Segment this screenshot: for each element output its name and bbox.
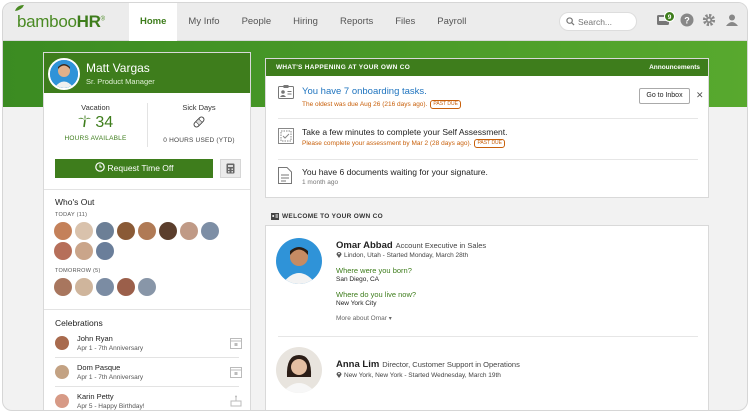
calendar-icon [230, 338, 242, 349]
main-nav: Home My Info People Hiring Reports Files… [129, 3, 477, 41]
user-menu-icon[interactable] [725, 13, 739, 27]
avatar[interactable] [117, 222, 135, 240]
avatar[interactable] [54, 278, 72, 296]
avatar[interactable] [54, 242, 72, 260]
nav-payroll[interactable]: Payroll [426, 3, 477, 41]
avatar[interactable] [75, 278, 93, 296]
person-photo-icon [276, 238, 322, 284]
calculator-button[interactable] [220, 159, 241, 178]
avatar[interactable] [138, 222, 156, 240]
cake-icon [230, 395, 242, 407]
new-hire-name[interactable]: Omar Abbad Account Executive in Sales [336, 240, 486, 251]
search-icon [566, 17, 575, 26]
id-card-icon [278, 85, 294, 99]
calculator-icon [226, 163, 235, 174]
gear-icon[interactable] [702, 13, 716, 27]
profile-header: Matt Vargas Sr. Product Manager [44, 53, 250, 93]
vacation-summary[interactable]: Vacation 34 HOURS AVAILABLE [44, 103, 147, 142]
person-photo-icon [276, 347, 322, 393]
avatar[interactable] [180, 222, 198, 240]
help-icon[interactable]: ? [680, 13, 694, 27]
search-box[interactable] [559, 12, 637, 31]
vacation-hours: 34 [95, 114, 114, 131]
avatar[interactable] [138, 278, 156, 296]
avatar[interactable] [75, 242, 93, 260]
avatar[interactable] [96, 242, 114, 260]
location-pin-icon [336, 372, 342, 378]
self-assessment-item[interactable]: Take a few minutes to complete your Self… [266, 119, 708, 159]
new-hire-name[interactable]: Anna Lim Director, Customer Support in Op… [336, 359, 520, 370]
avatar[interactable] [48, 58, 80, 90]
whats-happening-header: WHAT'S HAPPENING AT YOUR OWN CO Announce… [266, 59, 708, 76]
nav-my-info[interactable]: My Info [177, 3, 230, 41]
avatar[interactable] [54, 222, 72, 240]
avatar[interactable] [55, 336, 69, 350]
clock-icon [94, 162, 105, 172]
document-icon [278, 167, 292, 184]
avatar[interactable] [276, 238, 322, 284]
divider [278, 336, 698, 337]
nav-people[interactable]: People [231, 3, 283, 41]
contact-card-icon [271, 213, 279, 220]
status-badge: PAST DUE [430, 100, 461, 109]
today-faces [54, 222, 219, 240]
top-nav: bambooHR® Home My Info People Hiring Rep… [3, 3, 747, 41]
avatar[interactable] [96, 222, 114, 240]
leaf-icon [15, 5, 24, 11]
request-time-off-button[interactable]: Request Time Off [55, 159, 213, 178]
palm-tree-icon [77, 115, 91, 128]
sick-summary[interactable]: Sick Days 0 HOURS USED (YTD) [147, 103, 250, 147]
whos-out-title: Who's Out [55, 197, 95, 207]
divider [44, 309, 250, 310]
onboarding-tasks-link[interactable]: You have 7 onboarding tasks. [302, 86, 427, 97]
avatar[interactable] [276, 347, 322, 393]
inbox-badge: 9 [664, 11, 675, 22]
profile-title: Sr. Product Manager [86, 77, 155, 86]
divider [44, 189, 250, 190]
close-icon[interactable]: ✕ [696, 90, 704, 101]
welcome-panel: Omar Abbad Account Executive in Sales Lin… [265, 225, 709, 410]
list-item[interactable]: Karin Petty Apr 5 - Happy Birthday! [44, 387, 250, 410]
nav-files[interactable]: Files [384, 3, 426, 41]
tomorrow-label: TOMORROW (5) [55, 268, 101, 274]
bandage-icon [193, 116, 205, 128]
welcome-header: WELCOME TO YOUR OWN CO [282, 213, 383, 220]
calendar-icon [230, 367, 242, 378]
avatar[interactable] [201, 222, 219, 240]
avatar[interactable] [96, 278, 114, 296]
today-faces-row2 [54, 242, 114, 260]
whats-happening-panel: WHAT'S HAPPENING AT YOUR OWN CO Announce… [265, 58, 709, 198]
nav-home[interactable]: Home [129, 3, 178, 41]
left-column: Matt Vargas Sr. Product Manager Vacation… [43, 52, 251, 410]
status-badge: PAST DUE [474, 139, 505, 148]
tomorrow-faces [54, 278, 156, 296]
more-about-link[interactable]: More about Omar ▾ [336, 315, 392, 322]
search-input[interactable] [578, 15, 634, 29]
announcements-link[interactable]: Announcements [649, 64, 700, 71]
assessment-icon [278, 128, 294, 144]
person-photo-icon [50, 60, 78, 88]
celebrations-title: Celebrations [55, 318, 103, 328]
app-frame: bambooHR® Home My Info People Hiring Rep… [2, 2, 748, 411]
avatar[interactable] [55, 365, 69, 379]
avatar[interactable] [159, 222, 177, 240]
documents-item[interactable]: You have 6 documents waiting for your si… [266, 160, 708, 198]
avatar[interactable] [55, 394, 69, 408]
nav-reports[interactable]: Reports [329, 3, 384, 41]
avatar[interactable] [117, 278, 135, 296]
nav-hiring[interactable]: Hiring [282, 3, 329, 41]
location-pin-icon [336, 252, 342, 258]
bamboohr-logo[interactable]: bambooHR® [15, 5, 105, 32]
profile-name[interactable]: Matt Vargas [86, 61, 150, 75]
avatar[interactable] [75, 222, 93, 240]
today-label: TODAY (11) [55, 212, 88, 218]
svg-text:?: ? [684, 16, 690, 26]
go-to-inbox-button[interactable]: Go to Inbox [639, 88, 690, 104]
